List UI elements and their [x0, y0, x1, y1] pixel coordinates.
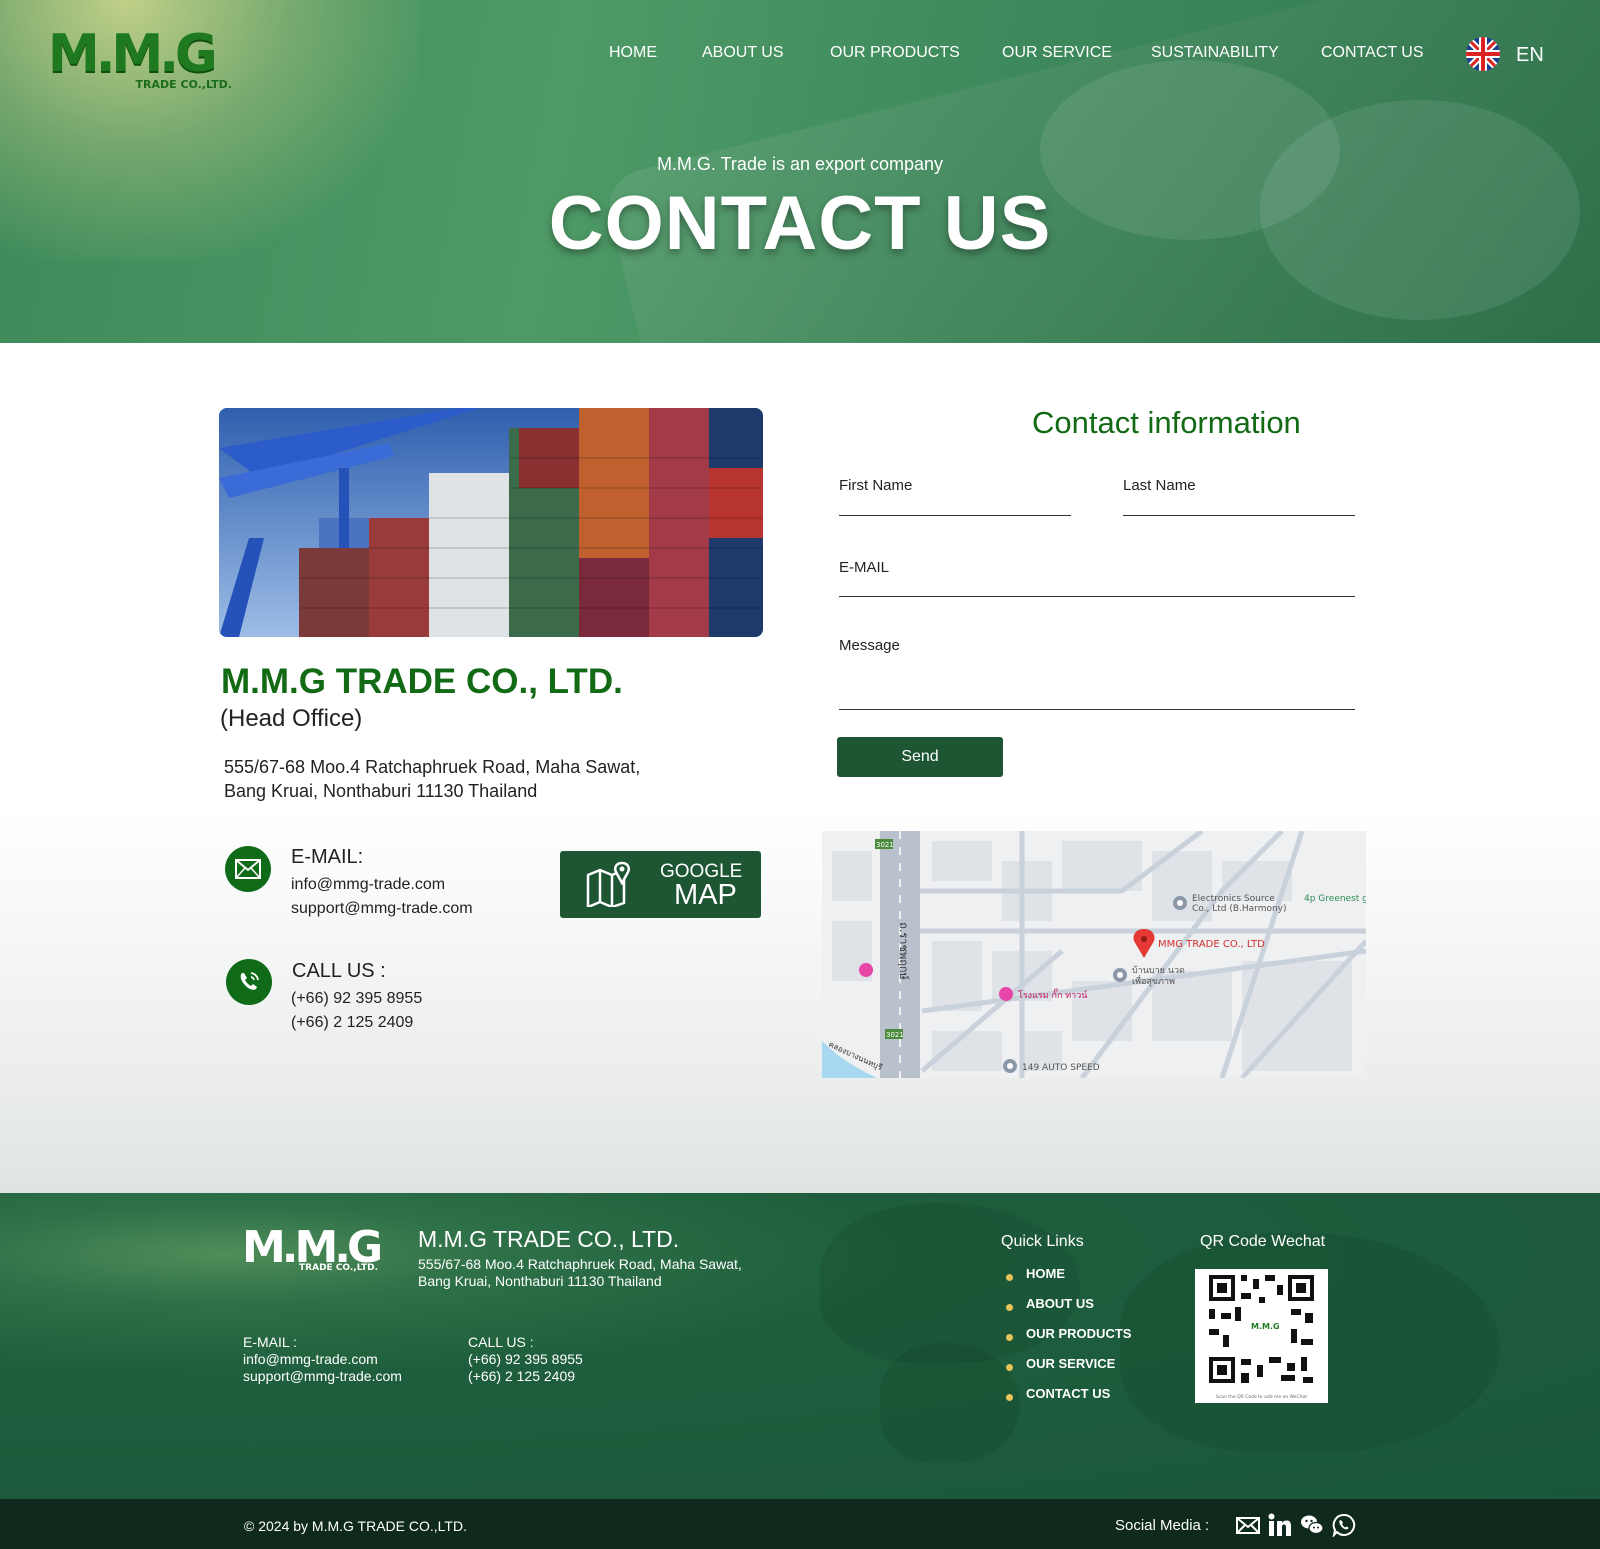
call-us-label: CALL US :	[292, 960, 386, 982]
footer-logo-subtext: TRADE CO.,LTD.	[299, 1263, 378, 1273]
copyright-text: © 2024 by M.M.G TRADE CO.,LTD.	[244, 1518, 467, 1534]
nav-contact-us[interactable]: CONTACT US	[1321, 44, 1424, 62]
field-underline	[1123, 515, 1355, 516]
bullet	[1006, 1364, 1013, 1371]
uk-flag-icon[interactable]	[1466, 37, 1500, 71]
address-line: Bang Kruai, Nonthaburi 11130 Thailand	[224, 781, 538, 801]
head-office-label: (Head Office)	[220, 705, 363, 732]
nav-our-products[interactable]: OUR PRODUCTS	[830, 44, 960, 62]
qr-caption: Scan the QR Code to add me on WeChat	[1216, 1394, 1307, 1400]
language-selector[interactable]: EN	[1516, 44, 1544, 67]
main-nav: HOME ABOUT US OUR PRODUCTS OUR SERVICE S…	[0, 44, 1600, 68]
first-name-field[interactable]	[839, 494, 1071, 514]
map-place-label: 4p Greenest g	[1304, 894, 1366, 904]
footer-phone[interactable]: (+66) 92 395 8955	[468, 1351, 583, 1368]
hero-subtitle: M.M.G. Trade is an export company	[656, 154, 944, 174]
email-field-label: E-MAIL	[839, 559, 890, 576]
qr-title: QR Code Wechat	[1200, 1233, 1326, 1250]
bullet	[1006, 1334, 1013, 1341]
last-name-field[interactable]	[1123, 494, 1355, 514]
logo-subtext: TRADE CO.,LTD.	[135, 78, 232, 91]
whatsapp-icon[interactable]	[1332, 1513, 1356, 1539]
field-underline	[839, 596, 1355, 597]
map-pin-label: MMG TRADE CO., LTD	[1158, 939, 1265, 950]
phone-icon	[226, 959, 272, 1005]
footer-email-block: E-MAIL : info@mmg-trade.com support@mmg-…	[243, 1334, 402, 1385]
page-title: CONTACT US	[548, 181, 1052, 266]
road-number-label: 3021	[876, 841, 894, 849]
company-address: 555/67-68 Moo.4 Ratchaphruek Road, Maha …	[224, 755, 640, 803]
copyright-bar	[0, 1499, 1600, 1549]
email-field[interactable]	[839, 575, 1355, 595]
world-map-shape	[880, 1343, 1020, 1463]
map-place-label: บ้านบาย นวด	[1132, 965, 1185, 976]
footer-address-line: 555/67-68 Moo.4 Ratchaphruek Road, Maha …	[418, 1256, 742, 1272]
map-place-label: 149 AUTO SPEED	[1022, 1063, 1100, 1073]
footer	[0, 1193, 1600, 1499]
bullet	[1006, 1394, 1013, 1401]
last-name-label: Last Name	[1123, 477, 1196, 494]
email-icon	[225, 846, 271, 892]
container-port-photo	[219, 408, 763, 637]
message-field[interactable]	[839, 660, 1355, 708]
footer-logo[interactable]: M.M.G TRADE CO.,LTD.	[242, 1225, 383, 1277]
wechat-icon[interactable]	[1300, 1513, 1324, 1537]
email-address[interactable]: support@mmg-trade.com	[291, 900, 473, 918]
footer-address: 555/67-68 Moo.4 Ratchaphruek Road, Maha …	[418, 1256, 742, 1290]
map-place-label: Co., Ltd (B.Harmony)	[1192, 904, 1287, 914]
form-title: Contact information	[1032, 405, 1301, 440]
footer-email-label: E-MAIL :	[243, 1334, 297, 1350]
footer-email[interactable]: support@mmg-trade.com	[243, 1368, 402, 1385]
footer-address-line: Bang Kruai, Nonthaburi 11130 Thailand	[418, 1273, 662, 1289]
send-button[interactable]: Send	[837, 737, 1003, 777]
footer-link-our-service[interactable]: OUR SERVICE	[1026, 1356, 1115, 1371]
footer-phone-block: CALL US : (+66) 92 395 8955 (+66) 2 125 …	[468, 1334, 583, 1385]
field-underline	[839, 515, 1071, 516]
nav-sustainability[interactable]: SUSTAINABILITY	[1151, 44, 1279, 62]
wechat-qr-code: M.M.G Scan the QR Code to add me on WeCh…	[1195, 1269, 1328, 1403]
map-icon	[586, 861, 630, 907]
quick-links-title: Quick Links	[1001, 1233, 1084, 1250]
google-map-button[interactable]: GOOGLE MAP	[560, 851, 761, 918]
footer-email[interactable]: info@mmg-trade.com	[243, 1351, 402, 1368]
email-icon[interactable]	[1236, 1513, 1260, 1537]
linkedin-icon[interactable]	[1268, 1513, 1292, 1537]
footer-link-contact-us[interactable]: CONTACT US	[1026, 1386, 1110, 1401]
bullet	[1006, 1304, 1013, 1311]
road-number-label: 3021	[886, 1031, 904, 1039]
qr-logo-text: M.M.G	[1251, 1322, 1280, 1331]
email-address[interactable]: info@mmg-trade.com	[291, 876, 445, 894]
phone-number[interactable]: (+66) 2 125 2409	[291, 1014, 413, 1032]
phone-number[interactable]: (+66) 92 395 8955	[291, 990, 422, 1008]
field-underline	[839, 709, 1355, 710]
nav-home[interactable]: HOME	[609, 44, 657, 62]
address-line: 555/67-68 Moo.4 Ratchaphruek Road, Maha …	[224, 757, 641, 777]
nav-our-service[interactable]: OUR SERVICE	[1002, 44, 1112, 62]
footer-phone[interactable]: (+66) 2 125 2409	[468, 1368, 583, 1385]
footer-call-label: CALL US :	[468, 1334, 534, 1350]
footer-company-name: M.M.G TRADE CO., LTD.	[418, 1226, 680, 1252]
social-media-label: Social Media :	[1115, 1517, 1210, 1534]
message-label: Message	[839, 637, 900, 654]
location-map[interactable]: 3021 3021 ถ.ราชพฤกษ์ คลองบางนนทบุรี MMG …	[822, 831, 1366, 1078]
map-button-label: MAP	[674, 879, 737, 911]
email-label: E-MAIL:	[291, 846, 364, 868]
company-name: M.M.G TRADE CO., LTD.	[221, 662, 623, 701]
bullet	[1006, 1274, 1013, 1281]
footer-link-about-us[interactable]: ABOUT US	[1026, 1296, 1094, 1311]
map-place-label: Electronics Source	[1192, 894, 1275, 904]
road-label: ถ.ราชพฤกษ์	[897, 922, 910, 980]
first-name-label: First Name	[839, 477, 913, 494]
footer-link-home[interactable]: HOME	[1026, 1266, 1065, 1281]
footer-link-our-products[interactable]: OUR PRODUCTS	[1026, 1326, 1131, 1341]
nav-about-us[interactable]: ABOUT US	[702, 44, 784, 62]
